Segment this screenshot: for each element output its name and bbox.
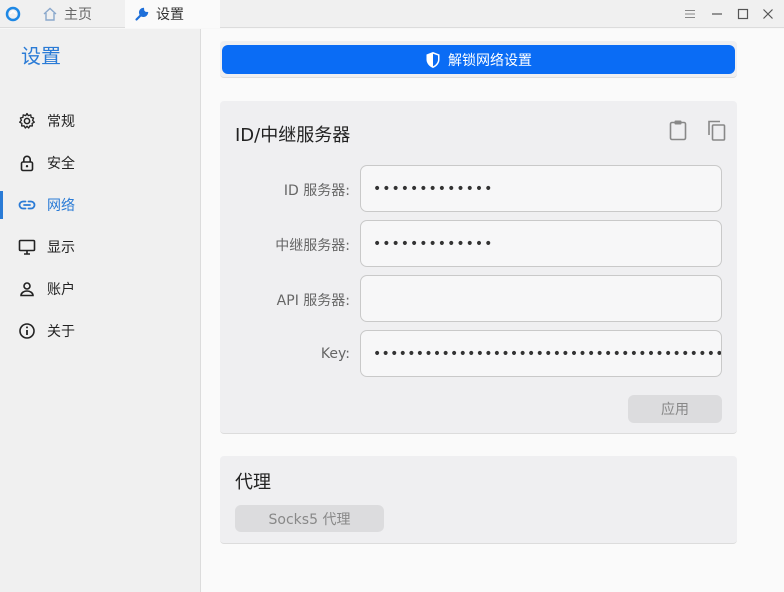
sidebar-item-network[interactable]: 网络 [0,187,200,223]
tab-settings-label: 设置 [156,7,184,23]
wrench-icon [134,6,150,22]
sidebar-item-label: 显示 [47,240,75,256]
maximize-icon[interactable] [735,6,751,22]
id-server-input[interactable]: ••••••••••••• [360,165,722,212]
unlock-button-label: 解锁网络设置 [448,51,532,68]
shield-icon [425,51,441,69]
tab-settings[interactable]: 设置 [125,0,220,28]
sidebar-item-label: 账户 [47,282,75,298]
sidebar-item-security[interactable]: 安全 [0,145,200,181]
minimize-icon[interactable] [709,6,725,22]
api-server-input[interactable] [360,275,722,322]
monitor-icon [18,238,36,256]
info-icon [18,322,36,340]
socks5-proxy-button[interactable]: Socks5 代理 [235,505,384,532]
clipboard-icon[interactable] [667,118,689,142]
relay-server-label: 中继服务器: [275,238,350,254]
id-server-label: ID 服务器: [283,183,350,199]
app-logo-icon [5,6,21,22]
menu-icon[interactable] [682,6,698,22]
sidebar: 设置 常规 安全 网络 显示 账户 关于 [0,29,201,592]
sidebar-item-about[interactable]: 关于 [0,313,200,349]
lock-icon [18,154,36,172]
home-icon [42,6,58,22]
proxy-card-title: 代理 [235,472,271,493]
sidebar-item-label: 安全 [47,156,75,172]
main-content: 解锁网络设置 ID/中继服务器 ID 服务器: ••••••••••••• 中继… [201,29,784,592]
sidebar-item-display[interactable]: 显示 [0,229,200,265]
key-input[interactable]: ••••••••••••••••••••••••••••••••••••••••… [360,330,722,377]
tab-home[interactable]: 主页 [33,0,125,28]
unlock-network-settings-button[interactable]: 解锁网络设置 [222,45,735,74]
server-card: ID/中继服务器 ID 服务器: ••••••••••••• 中继服务器: ••… [220,101,737,434]
sidebar-item-label: 网络 [47,198,75,214]
tab-home-label: 主页 [64,7,92,23]
sidebar-item-account[interactable]: 账户 [0,271,200,307]
apply-button[interactable]: 应用 [628,395,722,423]
proxy-card: 代理 Socks5 代理 [220,456,737,544]
sidebar-title: 设置 [21,44,61,68]
relay-server-input[interactable]: ••••••••••••• [360,220,722,267]
gear-icon [18,112,36,130]
link-icon [18,196,36,214]
title-bar: 主页 设置 [0,0,784,28]
api-server-label: API 服务器: [276,293,350,309]
user-icon [18,280,36,298]
unlock-card: 解锁网络设置 [220,41,737,78]
key-label: Key: [320,346,350,362]
close-icon[interactable] [760,6,776,22]
sidebar-item-label: 关于 [47,324,75,340]
copy-icon[interactable] [705,118,727,142]
sidebar-item-general[interactable]: 常规 [0,103,200,139]
server-card-title: ID/中继服务器 [235,125,351,146]
sidebar-item-label: 常规 [47,114,75,130]
